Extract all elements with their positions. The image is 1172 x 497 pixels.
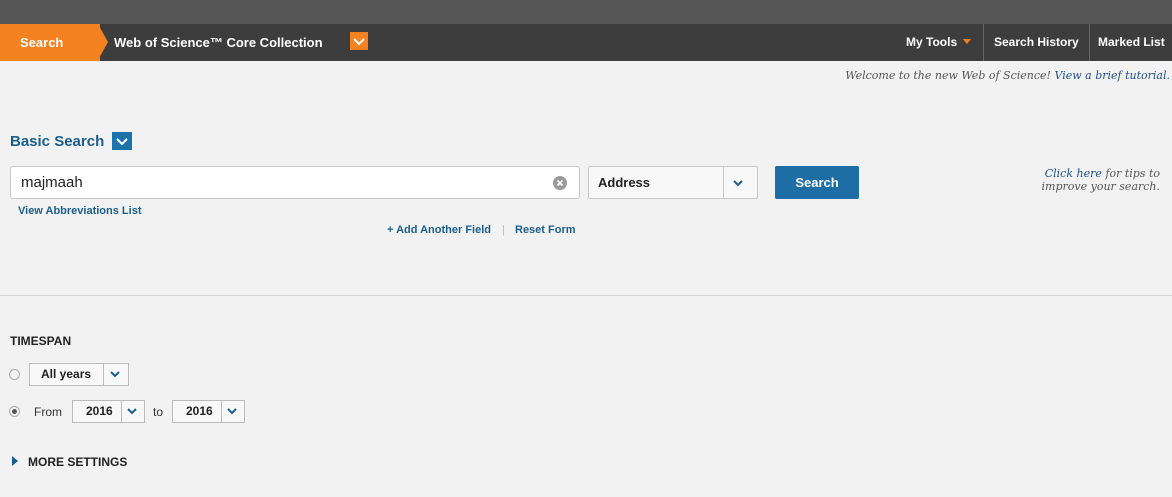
select-divider — [103, 364, 104, 385]
select-divider — [221, 401, 222, 422]
nav-search-tab[interactable]: Search — [0, 24, 100, 61]
more-settings-toggle[interactable]: MORE SETTINGS — [28, 455, 127, 469]
chevron-down-icon — [353, 38, 365, 46]
chevron-down-icon — [110, 371, 120, 378]
top-strip — [0, 0, 1172, 24]
all-years-radio[interactable] — [9, 369, 20, 380]
all-years-select[interactable]: All years — [29, 363, 129, 386]
add-another-field-link[interactable]: + Add Another Field — [387, 224, 491, 236]
search-input[interactable] — [10, 166, 580, 199]
to-year-value: 2016 — [186, 404, 213, 418]
link-separator: | — [502, 224, 505, 236]
to-label: to — [153, 405, 164, 419]
search-tips: Click here for tips to improve your sear… — [1002, 167, 1160, 193]
welcome-message: Welcome to the new Web of Science! View … — [845, 69, 1170, 82]
clear-icon[interactable] — [553, 176, 567, 190]
nav-search-tab-arrow — [98, 24, 108, 60]
nav-separator — [1089, 24, 1090, 61]
all-years-value: All years — [41, 367, 92, 381]
select-divider — [121, 401, 122, 422]
chevron-down-icon — [733, 180, 743, 187]
reset-form-link[interactable]: Reset Form — [515, 224, 576, 236]
from-year-value: 2016 — [86, 404, 113, 418]
chevron-down-icon — [116, 138, 128, 146]
from-label: From — [34, 405, 62, 419]
marked-list-link[interactable]: Marked List — [1098, 24, 1165, 61]
tutorial-link[interactable]: View a brief tutorial. — [1054, 69, 1170, 82]
my-tools-label: My Tools — [906, 35, 958, 49]
field-select[interactable]: Address — [588, 166, 758, 199]
my-tools-menu[interactable]: My Tools — [906, 24, 972, 61]
from-year-select[interactable]: 2016 — [72, 400, 145, 423]
year-range-radio[interactable] — [9, 406, 20, 417]
collection-title[interactable]: Web of Science™ Core Collection — [114, 24, 323, 61]
field-select-divider — [723, 167, 724, 198]
chevron-down-icon — [127, 408, 137, 415]
field-select-value: Address — [598, 175, 651, 190]
tips-link[interactable]: Click here — [1045, 167, 1102, 180]
timespan-heading: TIMESPAN — [10, 334, 72, 348]
basic-search-title: Basic Search — [10, 133, 105, 150]
navbar: Search Web of Science™ Core Collection M… — [0, 24, 1172, 61]
chevron-down-icon — [227, 408, 237, 415]
triangle-right-icon[interactable] — [12, 456, 18, 466]
search-button[interactable]: Search — [775, 166, 859, 199]
welcome-text: Welcome to the new Web of Science! — [845, 69, 1051, 82]
nav-separator — [983, 24, 984, 61]
section-divider — [0, 295, 1172, 296]
collection-dropdown-button[interactable] — [350, 32, 368, 50]
view-abbreviations-link[interactable]: View Abbreviations List — [18, 205, 141, 217]
to-year-select[interactable]: 2016 — [172, 400, 245, 423]
basic-search-dropdown-button[interactable] — [112, 132, 132, 150]
caret-down-icon — [963, 39, 972, 44]
radio-selected-dot — [12, 409, 17, 414]
search-history-link[interactable]: Search History — [994, 24, 1079, 61]
